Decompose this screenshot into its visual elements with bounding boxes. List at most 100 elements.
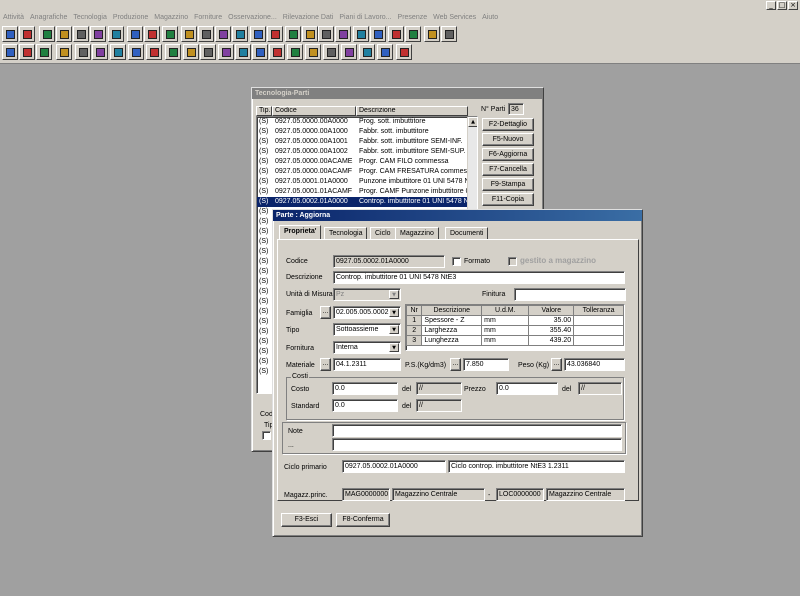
toolbar-button[interactable] [198, 26, 214, 42]
ciclo-code-field[interactable]: 0927.05.0002.01A0000 [342, 460, 446, 473]
tab-documenti[interactable]: Documenti [445, 227, 489, 239]
toolbar-button[interactable] [2, 44, 18, 60]
menu-item[interactable]: Presenze [398, 12, 428, 24]
menu-item[interactable]: Magazzino [154, 12, 188, 24]
cancella-button[interactable]: F7-Cancella [482, 163, 534, 176]
list-item[interactable]: (S) [257, 277, 273, 287]
toolbar-button[interactable] [359, 44, 375, 60]
dims-col-header[interactable]: Descrizione [421, 305, 483, 316]
col-descrizione[interactable]: Descrizione [356, 106, 468, 116]
toolbar-button[interactable] [285, 26, 301, 42]
menu-item[interactable]: Web Services [433, 12, 476, 24]
note-input[interactable] [332, 424, 622, 437]
peso-lookup-button[interactable]: ... [551, 358, 562, 371]
table-row[interactable]: 1 Spessore - Zmm 35.00 [405, 315, 624, 326]
chevron-down-icon[interactable]: ▼ [389, 290, 399, 299]
list-item[interactable]: (S) [257, 317, 273, 327]
tab-proprieta[interactable]: Proprieta' [279, 225, 322, 239]
chevron-down-icon[interactable]: ▼ [389, 308, 399, 317]
toolbar-button[interactable] [341, 44, 357, 60]
list-item[interactable]: (S) 0927.05.0000.00ACAMF Progr. CAM FRESAT… [257, 167, 469, 177]
dims-col-header[interactable]: Nr [405, 305, 423, 316]
toolbar-button[interactable] [232, 26, 248, 42]
toolbar-button[interactable] [73, 26, 89, 42]
list-item[interactable]: (S) [257, 227, 273, 237]
list-item[interactable]: (S) [257, 237, 273, 247]
toolbar-button[interactable] [441, 26, 457, 42]
toolbar-button[interactable] [267, 26, 283, 42]
toolbar-button[interactable] [218, 44, 234, 60]
list-item[interactable]: (S) [257, 257, 273, 267]
list-item[interactable]: (S) 0927.05.0000.00ACAME Progr. CAM FILO c… [257, 157, 469, 167]
list-item[interactable]: (S) [257, 357, 273, 367]
copia-button[interactable]: F11-Copia [482, 193, 534, 206]
tipo-select[interactable]: Sottoassieme ▼ [333, 323, 401, 336]
toolbar-button[interactable] [269, 44, 285, 60]
list-item[interactable]: (S) [257, 327, 273, 337]
scroll-up-icon[interactable]: ▲ [468, 117, 477, 127]
table-row[interactable]: 2 Larghezza mm 355.40 [405, 325, 624, 336]
finitura-input[interactable] [514, 288, 626, 301]
gestito-checkbox[interactable] [508, 257, 517, 266]
materiale-lookup-button[interactable]: ... [320, 358, 331, 371]
toolbar-button[interactable] [36, 44, 52, 60]
list-item[interactable]: (S) [257, 367, 273, 377]
toolbar-button[interactable] [424, 26, 440, 42]
dims-cell-valore[interactable]: 355.40 [528, 325, 575, 336]
dims-col-header[interactable]: Valore [528, 305, 575, 316]
fornitura-select[interactable]: Interna ▼ [333, 341, 401, 354]
dettaglio-button[interactable]: F2-Dettaglio [482, 118, 534, 131]
toolbar-button[interactable] [162, 26, 178, 42]
list-item[interactable]: (S) 0927.05.0000.00A1002 Fabbr. sott. imbu… [257, 147, 469, 157]
menu-item[interactable]: Attività [3, 12, 24, 24]
toolbar-button[interactable] [110, 44, 126, 60]
list-item[interactable]: (S) [257, 207, 273, 217]
toolbar-button[interactable] [144, 26, 160, 42]
standard-input[interactable]: 0.0 [332, 399, 398, 412]
tab-tecnologia[interactable]: Tecnologia [324, 227, 368, 239]
list-item[interactable]: (S) 0927.05.0000.00A0000 Prog. sott. imbut… [257, 117, 469, 127]
toolbar-button[interactable] [92, 44, 108, 60]
menu-item[interactable]: Anagrafiche [30, 12, 67, 24]
toolbar-button[interactable] [56, 44, 72, 60]
list-item[interactable]: (S) [257, 307, 273, 317]
famiglia-lookup-button[interactable]: ... [320, 306, 331, 319]
menu-item[interactable]: Rilevazione Dati [283, 12, 334, 24]
toolbar-button[interactable] [396, 44, 412, 60]
famiglia-select[interactable]: 02.005.005.0002 ▼ [333, 306, 401, 319]
dims-cell-descrizione[interactable]: Lunghezza [421, 335, 483, 346]
list-item[interactable]: (S) [257, 267, 273, 277]
dims-cell-tolleranza[interactable] [573, 315, 624, 326]
toolbar-button[interactable] [146, 44, 162, 60]
list-item[interactable]: (S) 0927.05.0001.01A0000 Punzone imbuttito… [257, 177, 469, 187]
toolbar-button[interactable] [2, 26, 18, 42]
menu-item[interactable]: Forniture [194, 12, 222, 24]
list-item[interactable]: (S) 0927.05.0000.00A1000 Fabbr. sott. imbu… [257, 127, 469, 137]
minimize-button[interactable]: _ [766, 1, 776, 10]
dims-cell-tolleranza[interactable] [573, 335, 624, 346]
toolbar-button[interactable] [388, 26, 404, 42]
toolbar-button[interactable] [108, 26, 124, 42]
menu-item[interactable]: Osservazione... [228, 12, 277, 24]
toolbar-button[interactable] [39, 26, 55, 42]
chevron-down-icon[interactable]: ▼ [389, 343, 399, 352]
dimensions-table[interactable]: Nr Descrizione U.d.M. Valore Tolleranza 1 Spes… [405, 304, 625, 351]
toolbar-button[interactable] [252, 44, 268, 60]
note2-input[interactable] [332, 438, 622, 451]
toolbar-button[interactable] [318, 26, 334, 42]
toolbar-button[interactable] [75, 44, 91, 60]
table-row[interactable]: 3 Lunghezza mm 439.20 [405, 335, 624, 346]
list-item[interactable]: (S) [257, 247, 273, 257]
toolbar-button[interactable] [19, 26, 35, 42]
list-item[interactable]: (S) [257, 297, 273, 307]
ps-lookup-button[interactable]: ... [450, 358, 461, 371]
dims-cell-valore[interactable]: 35.00 [528, 315, 575, 326]
toolbar-button[interactable] [19, 44, 35, 60]
list-item[interactable]: (S) [257, 347, 273, 357]
dims-cell-descrizione[interactable]: Spessore - Z [421, 315, 483, 326]
col-codice[interactable]: Codice [272, 106, 356, 116]
toolbar-button[interactable] [250, 26, 266, 42]
toolbar-button[interactable] [181, 26, 197, 42]
toolbar-button[interactable] [335, 26, 351, 42]
dims-cell-descrizione[interactable]: Larghezza [421, 325, 483, 336]
